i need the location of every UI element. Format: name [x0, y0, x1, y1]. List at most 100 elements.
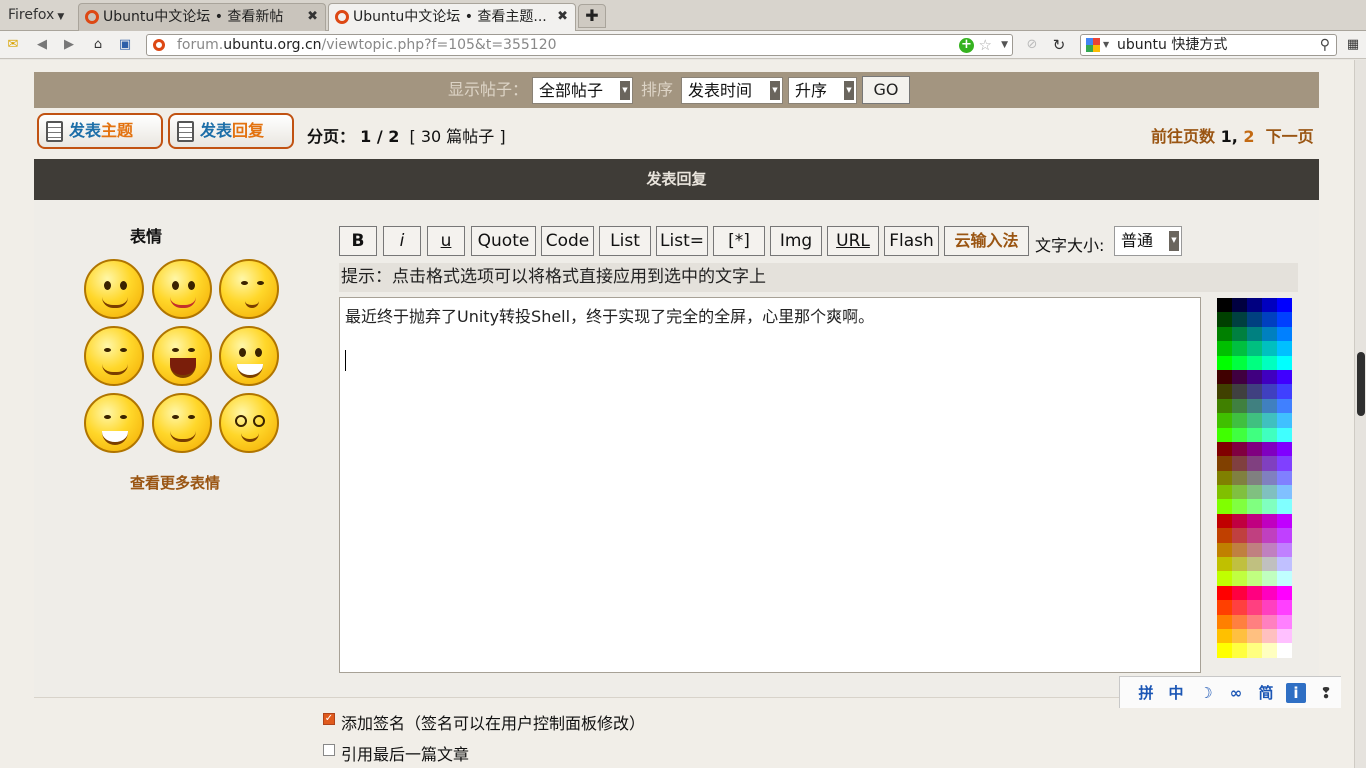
google-engine-icon[interactable]: [1086, 38, 1100, 52]
close-tab-icon[interactable]: ✖: [557, 4, 568, 30]
color-swatch[interactable]: [1262, 341, 1277, 356]
stop-icon[interactable]: ⊘: [1023, 36, 1041, 54]
color-swatch[interactable]: [1247, 456, 1262, 471]
attach-signature-checkbox[interactable]: ✓: [323, 713, 335, 725]
color-swatch[interactable]: [1217, 326, 1232, 342]
color-swatch[interactable]: [1217, 369, 1232, 385]
color-swatch[interactable]: [1247, 341, 1262, 356]
color-swatch[interactable]: [1247, 413, 1262, 428]
color-swatch[interactable]: [1277, 427, 1292, 442]
color-swatch[interactable]: [1217, 456, 1232, 471]
list-item-button[interactable]: [*]: [713, 226, 765, 256]
color-swatch[interactable]: [1277, 485, 1292, 500]
color-swatch[interactable]: [1232, 427, 1247, 442]
color-swatch[interactable]: [1247, 628, 1262, 644]
go-arrow-icon[interactable]: +: [959, 38, 974, 53]
punctuation-icon[interactable]: ∞: [1226, 683, 1246, 703]
color-swatch[interactable]: [1217, 614, 1232, 629]
color-swatch[interactable]: [1247, 298, 1262, 313]
quote-last-post-checkbox[interactable]: [323, 744, 335, 756]
color-swatch[interactable]: [1247, 427, 1262, 442]
color-swatch[interactable]: [1247, 571, 1262, 586]
color-swatch[interactable]: [1247, 585, 1262, 601]
forward-icon[interactable]: ▶: [60, 36, 78, 54]
url-text[interactable]: forum.ubuntu.org.cn/viewtopic.php?f=105&…: [177, 35, 557, 55]
color-swatch[interactable]: [1232, 298, 1247, 313]
color-swatch[interactable]: [1262, 441, 1277, 457]
color-swatch[interactable]: [1232, 456, 1247, 471]
color-swatch[interactable]: [1247, 485, 1262, 500]
color-swatch[interactable]: [1232, 614, 1247, 629]
menu-bubble-icon[interactable]: ❢: [1316, 683, 1336, 703]
new-tab-button[interactable]: ✚: [578, 4, 606, 28]
sort-by-select[interactable]: 发表时间 ▼: [681, 77, 783, 104]
color-swatch[interactable]: [1277, 585, 1292, 601]
color-swatch[interactable]: [1232, 485, 1247, 500]
color-swatch[interactable]: [1262, 398, 1277, 414]
color-swatch[interactable]: [1217, 384, 1232, 399]
next-page-link[interactable]: 下一页: [1266, 127, 1314, 146]
menu-icon[interactable]: ▦: [1344, 36, 1362, 54]
smiley-icon[interactable]: [84, 259, 144, 319]
close-tab-icon[interactable]: ✖: [307, 4, 318, 30]
smiley-shy-icon[interactable]: [219, 259, 279, 319]
color-swatch[interactable]: [1262, 427, 1277, 442]
color-swatch[interactable]: [1262, 470, 1277, 486]
color-swatch[interactable]: [1217, 600, 1232, 615]
color-swatch[interactable]: [1232, 413, 1247, 428]
color-swatch[interactable]: [1262, 528, 1277, 543]
color-swatch[interactable]: [1247, 499, 1262, 514]
color-swatch[interactable]: [1232, 369, 1247, 385]
search-icon[interactable]: ⚲: [1320, 36, 1330, 54]
go-button[interactable]: GO: [862, 76, 910, 104]
color-swatch[interactable]: [1232, 441, 1247, 457]
color-swatch[interactable]: [1217, 542, 1232, 558]
smiley-grin-icon[interactable]: [84, 393, 144, 453]
color-swatch[interactable]: [1262, 369, 1277, 385]
color-swatch[interactable]: [1217, 643, 1232, 658]
color-palette[interactable]: [1217, 298, 1292, 658]
color-swatch[interactable]: [1217, 341, 1232, 356]
color-swatch[interactable]: [1247, 643, 1262, 658]
color-swatch[interactable]: [1217, 499, 1232, 514]
url-button[interactable]: URL: [827, 226, 879, 256]
color-swatch[interactable]: [1217, 312, 1232, 327]
search-input[interactable]: ubuntu 快捷方式: [1117, 35, 1227, 55]
color-swatch[interactable]: [1277, 413, 1292, 428]
home-icon[interactable]: ⌂: [89, 36, 107, 54]
color-swatch[interactable]: [1232, 557, 1247, 572]
color-swatch[interactable]: [1217, 298, 1232, 313]
bookmarks-icon[interactable]: ✉: [4, 36, 22, 54]
color-swatch[interactable]: [1217, 485, 1232, 500]
color-swatch[interactable]: [1262, 571, 1277, 586]
back-icon[interactable]: ◀: [33, 36, 51, 54]
color-swatch[interactable]: [1247, 614, 1262, 629]
color-swatch[interactable]: [1232, 585, 1247, 601]
color-swatch[interactable]: [1277, 528, 1292, 543]
simplified-icon[interactable]: 简: [1256, 683, 1276, 703]
color-swatch[interactable]: [1277, 312, 1292, 327]
color-swatch[interactable]: [1277, 355, 1292, 370]
bookmark-star-icon[interactable]: ☆: [979, 35, 992, 55]
color-swatch[interactable]: [1262, 485, 1277, 500]
color-swatch[interactable]: [1262, 326, 1277, 342]
color-swatch[interactable]: [1262, 600, 1277, 615]
color-swatch[interactable]: [1232, 326, 1247, 342]
color-swatch[interactable]: [1217, 398, 1232, 414]
color-swatch[interactable]: [1217, 513, 1232, 529]
underline-button[interactable]: u: [427, 226, 465, 256]
color-swatch[interactable]: [1247, 600, 1262, 615]
color-swatch[interactable]: [1232, 470, 1247, 486]
smiley-dizzy-icon[interactable]: [219, 393, 279, 453]
color-swatch[interactable]: [1232, 542, 1247, 558]
quote-button[interactable]: Quote: [471, 226, 536, 256]
color-swatch[interactable]: [1262, 384, 1277, 399]
color-swatch[interactable]: [1262, 513, 1277, 529]
engine-dropdown-icon[interactable]: ▼: [1103, 35, 1109, 55]
color-swatch[interactable]: [1247, 398, 1262, 414]
smiley-thumbs-up-icon[interactable]: [152, 393, 212, 453]
color-swatch[interactable]: [1277, 441, 1292, 457]
color-swatch[interactable]: [1217, 413, 1232, 428]
color-swatch[interactable]: [1277, 513, 1292, 529]
smiley-laugh-icon[interactable]: [152, 326, 212, 386]
